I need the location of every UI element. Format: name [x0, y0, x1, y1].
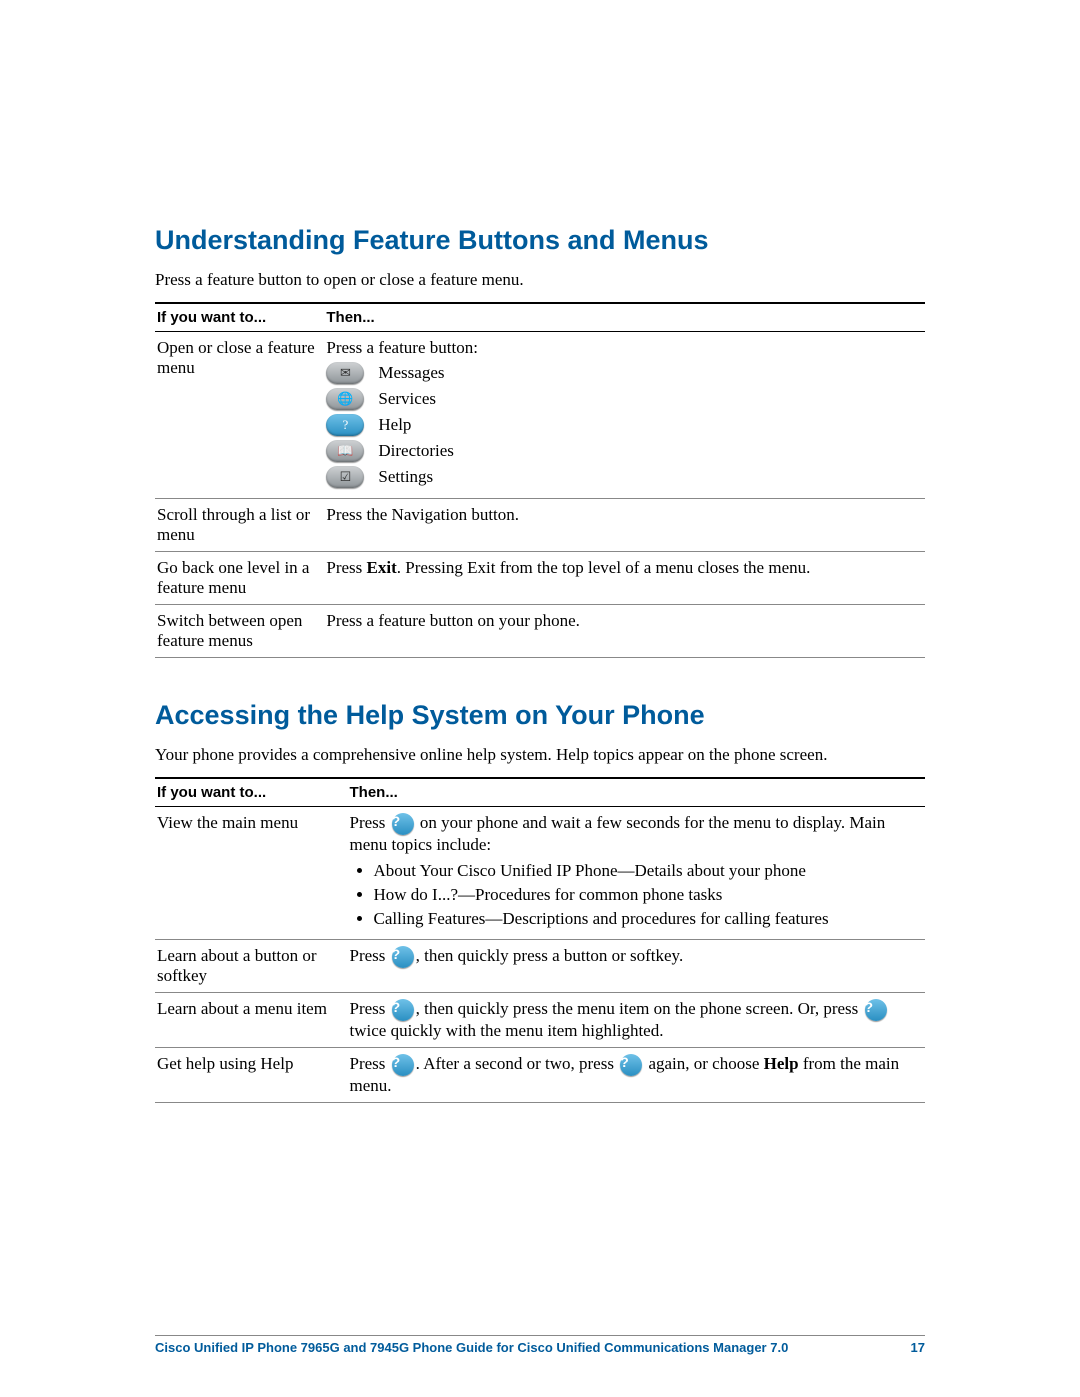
document-page: Understanding Feature Buttons and Menus …	[0, 0, 1080, 1397]
want-cell: Go back one level in a feature menu	[155, 552, 324, 605]
col2-header: Then...	[348, 778, 926, 807]
then-mid: , then quickly press the menu item on th…	[416, 999, 863, 1018]
then-cell: Press ?, then quickly press the menu ite…	[348, 993, 926, 1048]
footer-title: Cisco Unified IP Phone 7965G and 7945G P…	[155, 1340, 788, 1355]
list-item: About Your Cisco Unified IP Phone—Detail…	[374, 861, 920, 881]
then-lead: Press a feature button:	[326, 338, 919, 358]
list-item: Calling Features—Descriptions and proced…	[374, 909, 920, 929]
settings-icon: ☑	[326, 466, 364, 488]
page-footer: Cisco Unified IP Phone 7965G and 7945G P…	[155, 1335, 925, 1355]
help-round-icon: ?	[392, 946, 414, 968]
services-icon: 🌐	[326, 388, 364, 410]
help-round-icon: ?	[392, 813, 414, 835]
directories-label: Directories	[378, 441, 454, 461]
then-cell: Press Exit. Pressing Exit from the top l…	[324, 552, 925, 605]
page-number: 17	[911, 1340, 925, 1355]
help-round-icon: ?	[392, 1054, 414, 1076]
messages-icon: ✉	[326, 362, 364, 384]
help-icon: ?	[326, 414, 364, 436]
then-post: on your phone and wait a few seconds for…	[350, 813, 886, 854]
then-post: twice quickly with the menu item highlig…	[350, 1021, 664, 1040]
table-row: Open or close a feature menu Press a fea…	[155, 332, 925, 499]
table-row: Learn about a menu item Press ?, then qu…	[155, 993, 925, 1048]
help-round-icon: ?	[620, 1054, 642, 1076]
then-cell: Press ? on your phone and wait a few sec…	[348, 807, 926, 940]
then-post: , then quickly press a button or softkey…	[416, 946, 684, 965]
want-cell: Open or close a feature menu	[155, 332, 324, 499]
then-cell: Press a feature button: ✉ Messages 🌐 Ser…	[324, 332, 925, 499]
then-pre: Press	[350, 813, 390, 832]
col1-header: If you want to...	[155, 303, 324, 332]
then-pre: Press	[350, 1054, 390, 1073]
help-round-icon: ?	[865, 999, 887, 1021]
then-cell: Press ?. After a second or two, press ? …	[348, 1048, 926, 1103]
section1-intro: Press a feature button to open or close …	[155, 270, 925, 290]
table-row: Scroll through a list or menu Press the …	[155, 499, 925, 552]
list-item: How do I...?—Procedures for common phone…	[374, 885, 920, 905]
then-pre: Press	[350, 999, 390, 1018]
settings-label: Settings	[378, 467, 433, 487]
messages-label: Messages	[378, 363, 444, 383]
exit-bold: Exit	[367, 558, 397, 577]
directories-icon: 📖	[326, 440, 364, 462]
want-cell: Get help using Help	[155, 1048, 348, 1103]
section1-heading: Understanding Feature Buttons and Menus	[155, 225, 925, 256]
want-cell: Learn about a button or softkey	[155, 940, 348, 993]
help-round-icon: ?	[392, 999, 414, 1021]
want-cell: Learn about a menu item	[155, 993, 348, 1048]
then-mid: . After a second or two, press	[416, 1054, 619, 1073]
section2-intro: Your phone provides a comprehensive onli…	[155, 745, 925, 765]
services-label: Services	[378, 389, 436, 409]
table-row: Go back one level in a feature menu Pres…	[155, 552, 925, 605]
then-pre: Press	[326, 558, 366, 577]
then-pre: Press	[350, 946, 390, 965]
then-post1: again, or choose	[644, 1054, 763, 1073]
want-cell: View the main menu	[155, 807, 348, 940]
help-system-table: If you want to... Then... View the main …	[155, 777, 925, 1103]
col2-header: Then...	[324, 303, 925, 332]
feature-buttons-table: If you want to... Then... Open or close …	[155, 302, 925, 658]
then-post: . Pressing Exit from the top level of a …	[397, 558, 811, 577]
help-bold: Help	[764, 1054, 799, 1073]
want-cell: Switch between open feature menus	[155, 605, 324, 658]
want-cell: Scroll through a list or menu	[155, 499, 324, 552]
table-row: Switch between open feature menus Press …	[155, 605, 925, 658]
then-cell: Press ?, then quickly press a button or …	[348, 940, 926, 993]
then-cell: Press the Navigation button.	[324, 499, 925, 552]
table-row: View the main menu Press ? on your phone…	[155, 807, 925, 940]
table-row: Get help using Help Press ?. After a sec…	[155, 1048, 925, 1103]
help-label: Help	[378, 415, 411, 435]
table-row: Learn about a button or softkey Press ?,…	[155, 940, 925, 993]
then-cell: Press a feature button on your phone.	[324, 605, 925, 658]
help-topics-list: About Your Cisco Unified IP Phone—Detail…	[374, 861, 920, 929]
section2-heading: Accessing the Help System on Your Phone	[155, 700, 925, 731]
col1-header: If you want to...	[155, 778, 348, 807]
